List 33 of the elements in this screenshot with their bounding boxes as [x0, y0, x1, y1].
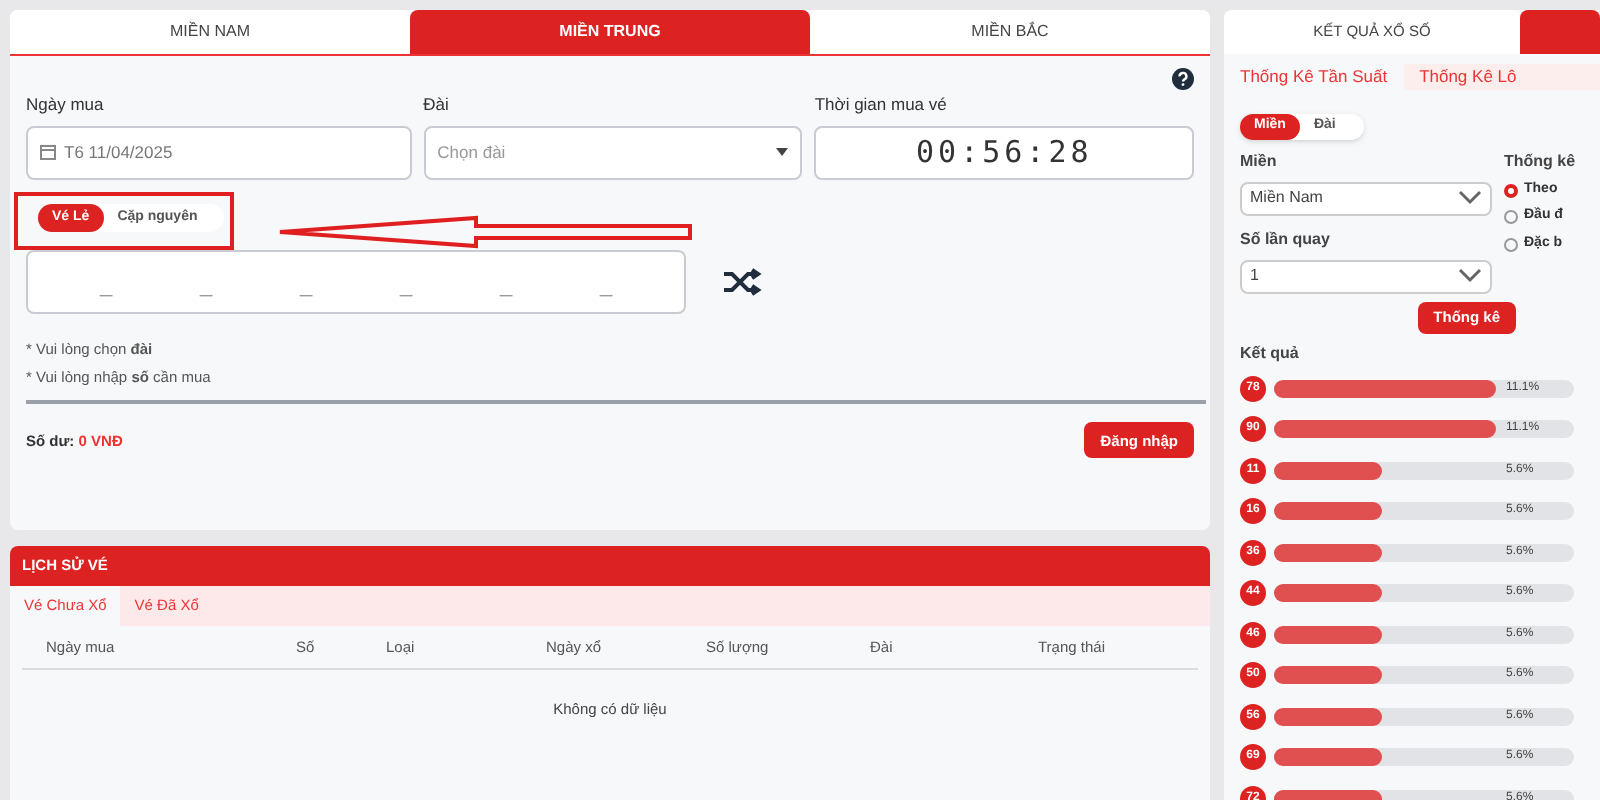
section-label: Kết quả — [1240, 341, 1301, 366]
dropdown-caret-icon — [776, 148, 789, 157]
digit-slot: _ — [199, 270, 213, 304]
station-select[interactable]: Chọn đài — [423, 125, 803, 180]
radio-button[interactable] — [1504, 237, 1518, 251]
shuffle-icon[interactable] — [722, 267, 762, 296]
number-input-field[interactable]: _ _ _ _ _ _ — [26, 249, 686, 314]
digit-slot: _ — [599, 270, 613, 304]
countdown-timer: 00:56:28 — [814, 125, 1194, 180]
field-label: Ngày mua — [26, 92, 106, 118]
stats-tab[interactable]: Thống Kê Tần Suất — [1224, 64, 1404, 90]
region-tab[interactable]: MIỀN BẮC — [810, 10, 1210, 54]
stats-tab[interactable]: Thống Kê Lô — [1403, 64, 1533, 90]
digit-slot: _ — [399, 270, 413, 304]
calendar-icon — [40, 144, 56, 161]
field-label: Thời gian mua vé — [814, 92, 949, 118]
radio-button[interactable] — [1504, 183, 1518, 197]
field-label: Đài — [423, 92, 451, 118]
chevron-down-icon — [1458, 190, 1482, 207]
field-label: Thống kê — [1504, 149, 1578, 174]
spins-select[interactable]: 1 — [1240, 259, 1492, 294]
digit-slot: _ — [499, 270, 513, 304]
region-select[interactable]: Miền Nam — [1240, 181, 1492, 216]
field-label: Miền — [1240, 149, 1279, 174]
digit-slot: _ — [299, 270, 313, 304]
field-label: Số lần quay — [1240, 227, 1332, 252]
date-field[interactable]: T6 11/04/2025 — [26, 125, 412, 180]
digit-slot: _ — [99, 270, 113, 304]
help-icon[interactable] — [1172, 68, 1194, 90]
radio-button[interactable] — [1504, 210, 1518, 224]
region-tab[interactable]: MIỀN NAM — [10, 10, 410, 54]
chevron-down-icon — [1458, 268, 1482, 285]
region-tab[interactable]: MIỀN TRUNG — [410, 10, 810, 54]
